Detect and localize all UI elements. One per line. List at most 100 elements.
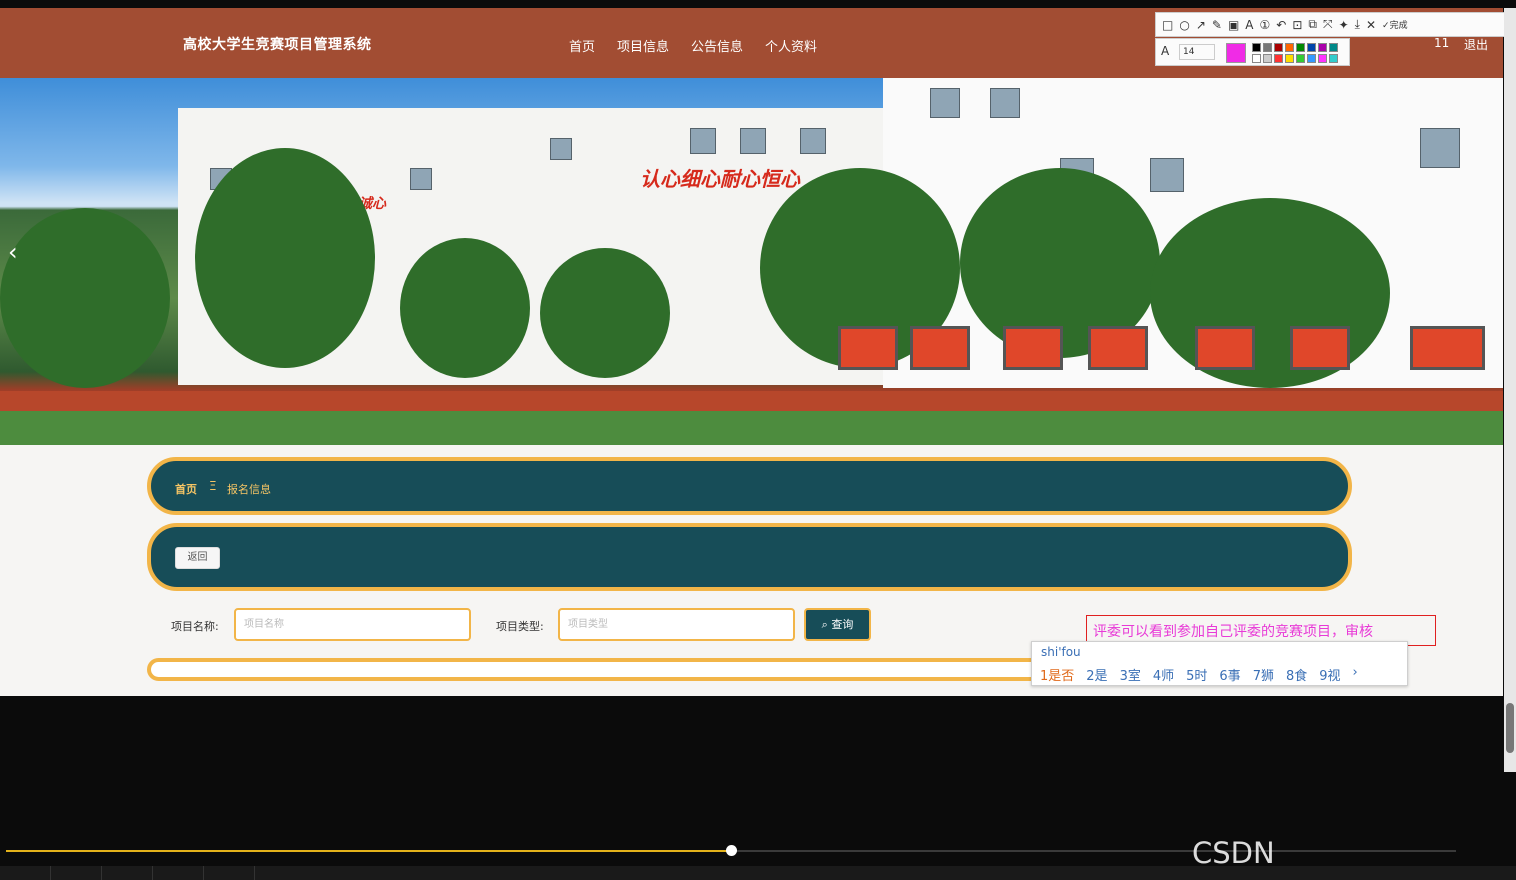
color-swatch[interactable] <box>1252 43 1261 52</box>
back-button[interactable]: 返回 <box>175 547 220 569</box>
project-type-label: 项目类型: <box>496 620 544 633</box>
player-control[interactable] <box>204 866 255 880</box>
window <box>930 88 960 118</box>
finish-button[interactable]: ✓完成 <box>1382 18 1408 31</box>
video-progress-knob[interactable] <box>726 845 737 856</box>
current-color-swatch[interactable] <box>1226 43 1246 63</box>
color-swatch[interactable] <box>1274 54 1283 63</box>
search-button-label: 查询 <box>831 618 854 631</box>
bulletin-board <box>1088 326 1148 370</box>
nav-project-info[interactable]: 项目信息 <box>617 36 669 55</box>
ime-candidate[interactable]: 4师 <box>1153 665 1174 684</box>
color-swatch[interactable] <box>1263 54 1272 63</box>
ime-candidate[interactable]: 7狮 <box>1253 665 1274 684</box>
search-icon: ⌕ <box>821 618 828 631</box>
long-shot-icon[interactable]: ⤧ <box>1323 17 1333 32</box>
action-panel: 返回 <box>147 523 1352 591</box>
project-name-input[interactable]: 项目名称 <box>234 608 471 641</box>
nav-profile[interactable]: 个人资料 <box>765 36 817 55</box>
color-swatch[interactable] <box>1285 54 1294 63</box>
tree <box>540 248 670 378</box>
font-size-select[interactable]: 14 <box>1179 44 1215 60</box>
color-swatch[interactable] <box>1296 54 1305 63</box>
tree <box>0 208 170 388</box>
site-title: 高校大学生竞赛项目管理系统 <box>183 37 372 53</box>
search-button[interactable]: ⌕ 查询 <box>804 608 871 641</box>
player-control[interactable] <box>153 866 204 880</box>
pen-icon[interactable]: ✎ <box>1212 18 1222 32</box>
pin-icon[interactable]: ✦ <box>1339 18 1349 32</box>
username: 11 <box>1434 36 1450 50</box>
color-swatch[interactable] <box>1252 54 1261 63</box>
ime-candidates: 1是否 2是 3室 4师 5时 6事 7狮 8食 9视 › <box>1040 665 1358 684</box>
color-swatch[interactable] <box>1263 43 1272 52</box>
translate-icon[interactable]: ⧉ <box>1308 17 1317 32</box>
bulletin-board <box>1290 326 1350 370</box>
color-swatch[interactable] <box>1329 54 1338 63</box>
window <box>1150 158 1184 192</box>
ime-candidate-window: shi'fou 1是否 2是 3室 4师 5时 6事 7狮 8食 9视 › <box>1031 641 1408 686</box>
player-control[interactable] <box>102 866 153 880</box>
breadcrumb-home[interactable]: 首页 <box>175 481 197 497</box>
color-swatch[interactable] <box>1318 54 1327 63</box>
close-icon[interactable]: ✕ <box>1366 18 1376 32</box>
page-scrollbar[interactable] <box>1504 8 1516 772</box>
scrollbar-thumb[interactable] <box>1506 703 1514 753</box>
finish-label: 完成 <box>1389 21 1408 31</box>
field-grass <box>0 411 1503 445</box>
color-swatch[interactable] <box>1285 43 1294 52</box>
video-progress-fill <box>6 850 731 852</box>
ime-candidate[interactable]: 8食 <box>1286 665 1307 684</box>
bulletin-board <box>910 326 970 370</box>
ellipse-icon[interactable]: ○ <box>1179 18 1189 32</box>
arrow-icon[interactable]: ↗ <box>1196 18 1206 32</box>
color-swatch[interactable] <box>1307 54 1316 63</box>
download-icon[interactable]: ⤓ <box>1355 17 1360 32</box>
window <box>740 128 766 154</box>
color-swatch[interactable] <box>1329 43 1338 52</box>
number-icon[interactable]: ① <box>1260 18 1271 32</box>
window <box>410 168 432 190</box>
video-frame: 高校大学生竞赛项目管理系统 首页 项目信息 公告信息 个人资料 11 退出 认心… <box>0 0 1516 880</box>
undo-icon[interactable]: ↶ <box>1276 18 1286 32</box>
main-nav: 首页 项目信息 公告信息 个人资料 <box>569 36 817 55</box>
bulletin-board <box>1410 326 1485 370</box>
player-control[interactable] <box>51 866 102 880</box>
breadcrumb-separator-icon: Ξ <box>209 479 217 493</box>
bulletin-board <box>1195 326 1255 370</box>
tree <box>400 238 530 378</box>
player-control[interactable] <box>0 866 51 880</box>
rectangle-icon[interactable]: □ <box>1162 18 1173 32</box>
color-swatch[interactable] <box>1318 43 1327 52</box>
tree <box>195 148 375 368</box>
project-type-input[interactable]: 项目类型 <box>558 608 795 641</box>
nav-announcements[interactable]: 公告信息 <box>691 36 743 55</box>
ime-candidate[interactable]: 6事 <box>1219 665 1240 684</box>
ime-candidate[interactable]: 9视 <box>1319 665 1340 684</box>
ime-candidate[interactable]: 5时 <box>1186 665 1207 684</box>
ime-candidate[interactable]: 2是 <box>1086 665 1107 684</box>
chevron-right-icon[interactable]: › <box>1353 665 1358 684</box>
ime-candidate[interactable]: 3室 <box>1120 665 1141 684</box>
color-swatch[interactable] <box>1274 43 1283 52</box>
running-track <box>0 391 1503 411</box>
text-style-toolbar: A 14 <box>1155 38 1350 66</box>
color-swatch[interactable] <box>1307 43 1316 52</box>
carousel-prev-icon[interactable]: ‹ <box>8 238 18 266</box>
window <box>1420 128 1460 168</box>
nav-home[interactable]: 首页 <box>569 36 595 55</box>
ocr-icon[interactable]: ⊡ <box>1292 18 1302 32</box>
ime-candidate[interactable]: 1是否 <box>1040 665 1074 684</box>
mosaic-icon[interactable]: ▣ <box>1228 18 1239 32</box>
window <box>550 138 572 160</box>
color-swatch[interactable] <box>1296 43 1305 52</box>
font-icon: A <box>1161 44 1170 58</box>
window <box>800 128 826 154</box>
player-controls-strip <box>0 866 1516 880</box>
breadcrumb-current: 报名信息 <box>227 483 271 496</box>
text-icon[interactable]: A <box>1245 18 1253 32</box>
campus-banner-image: 认心细心耐心恒心 爱心诚心 ‹ <box>0 78 1503 445</box>
tree <box>1150 198 1390 388</box>
project-name-label: 项目名称: <box>171 620 219 633</box>
logout-link[interactable]: 退出 <box>1464 36 1488 53</box>
